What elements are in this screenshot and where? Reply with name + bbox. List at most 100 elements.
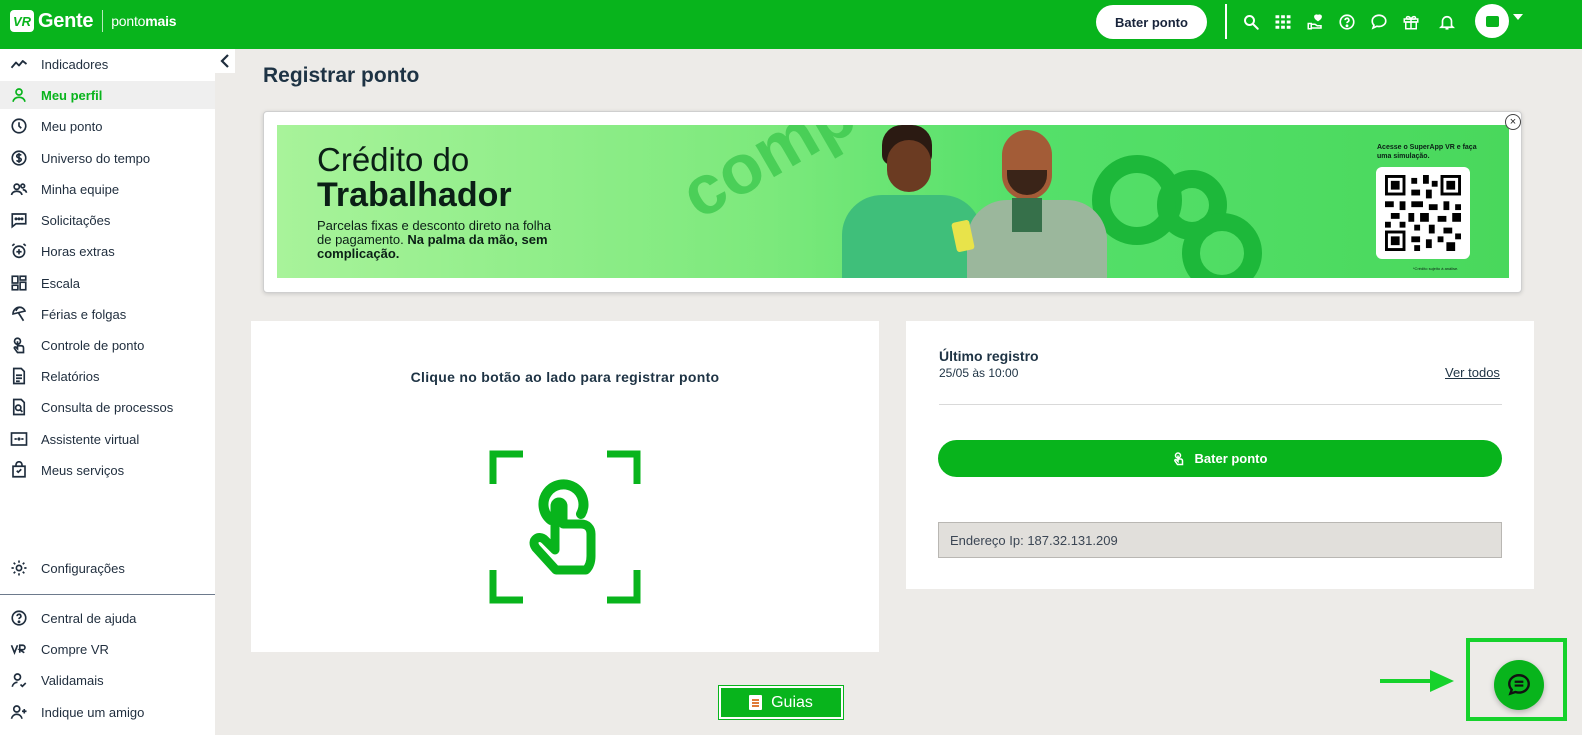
user-check-icon bbox=[10, 671, 28, 689]
banner-headline-2: Trabalhador bbox=[317, 176, 512, 214]
touch-icon bbox=[10, 336, 28, 354]
qr-caption: Acesse o SuperApp VR e faça uma simulaçã… bbox=[1377, 144, 1477, 160]
banner-decor-ring bbox=[1182, 213, 1262, 278]
banner-close-button[interactable]: × bbox=[1505, 114, 1521, 130]
user-icon bbox=[10, 86, 28, 104]
apps-grid-icon[interactable] bbox=[1273, 12, 1293, 32]
banner-headline-1: Crédito do bbox=[317, 141, 470, 178]
bell-icon[interactable] bbox=[1437, 12, 1457, 32]
sidebar-item-label: Controle de ponto bbox=[41, 337, 145, 353]
logo-divider bbox=[102, 10, 104, 32]
sidebar-item-label: Solicitações bbox=[41, 212, 111, 228]
chevron-down-icon[interactable] bbox=[1513, 14, 1523, 20]
page-title: Registrar ponto bbox=[263, 64, 420, 87]
sidebar-item-consulta-de-processos[interactable]: Consulta de processos bbox=[0, 393, 215, 421]
sidebar-item-controle-de-ponto[interactable]: Controle de ponto bbox=[0, 331, 215, 359]
brand-logo[interactable]: VR Gente pontomais bbox=[10, 9, 177, 33]
team-icon bbox=[10, 180, 28, 198]
sidebar-item-label: Férias e folgas bbox=[41, 306, 127, 322]
help-circle-icon bbox=[10, 609, 28, 627]
sidebar-item-label: Central de ajuda bbox=[41, 610, 137, 626]
user-plus-icon bbox=[10, 703, 28, 721]
product-prefix: ponto bbox=[111, 13, 146, 29]
sidebar: Indicadores Meu perfil Meu ponto Univers… bbox=[0, 49, 215, 735]
message-dots-icon bbox=[10, 211, 28, 229]
product-name: pontomais bbox=[111, 13, 176, 29]
ip-address-field: Endereço Ip: 187.32.131.209 bbox=[938, 522, 1502, 558]
sidebar-item-universo-do-tempo[interactable]: Universo do tempo bbox=[0, 144, 215, 172]
sidebar-item-assistente-virtual[interactable]: Assistente virtual bbox=[0, 425, 215, 453]
dollar-circle-icon bbox=[10, 149, 28, 167]
see-all-link[interactable]: Ver todos bbox=[1445, 365, 1500, 380]
vr-logo-icon bbox=[10, 640, 28, 658]
banner-person-right bbox=[967, 130, 1117, 278]
chart-line-icon bbox=[10, 55, 28, 73]
last-record-date: 25/05 às 10:00 bbox=[939, 366, 1019, 380]
sidebar-item-relatorios[interactable]: Relatórios bbox=[0, 362, 215, 390]
top-bar: VR Gente pontomais Bater ponto bbox=[0, 0, 1582, 49]
clock-in-button[interactable]: Bater ponto bbox=[938, 440, 1502, 477]
top-clock-in-button[interactable]: Bater ponto bbox=[1096, 5, 1207, 39]
beach-umbrella-icon bbox=[10, 305, 28, 323]
chat-icon bbox=[1508, 674, 1530, 696]
banner-person-left bbox=[837, 125, 987, 278]
touch-icon bbox=[1173, 451, 1183, 465]
help-icon[interactable] bbox=[1337, 12, 1357, 32]
topbar-divider bbox=[1225, 4, 1227, 39]
sidebar-item-label: Meus serviços bbox=[41, 462, 125, 478]
dashboard-icon bbox=[10, 274, 28, 292]
sidebar-item-label: Escala bbox=[41, 275, 81, 291]
sidebar-item-label: Consulta de processos bbox=[41, 399, 174, 415]
sidebar-item-label: Indique um amigo bbox=[41, 704, 145, 720]
promo-banner[interactable]: complicação Crédito do Trabalhador Parce… bbox=[277, 125, 1509, 278]
qr-code bbox=[1376, 167, 1470, 259]
clock-icon bbox=[10, 117, 28, 135]
shopping-bag-icon bbox=[10, 461, 28, 479]
sidebar-item-label: Assistente virtual bbox=[41, 431, 140, 447]
sidebar-item-indicadores[interactable]: Indicadores bbox=[0, 50, 215, 78]
sidebar-item-label: Meu ponto bbox=[41, 118, 103, 134]
sidebar-item-ferias-e-folgas[interactable]: Férias e folgas bbox=[0, 300, 215, 328]
document-search-icon bbox=[10, 398, 28, 416]
document-icon bbox=[10, 367, 28, 385]
promo-banner-card: complicação Crédito do Trabalhador Parce… bbox=[263, 111, 1522, 293]
hand-heart-icon[interactable] bbox=[1305, 12, 1325, 32]
sidebar-item-meu-perfil[interactable]: Meu perfil bbox=[0, 81, 215, 109]
last-record-title: Último registro bbox=[939, 348, 1039, 364]
sidebar-item-compre-vr[interactable]: Compre VR bbox=[0, 635, 215, 663]
guias-button[interactable]: Guias bbox=[719, 686, 843, 719]
chevron-left-icon bbox=[220, 54, 229, 68]
clock-in-label: Bater ponto bbox=[1194, 451, 1268, 466]
brand-name: Gente bbox=[38, 9, 94, 32]
vr-logo-mark: VR bbox=[10, 10, 34, 32]
sidebar-item-horas-extras[interactable]: Horas extras bbox=[0, 237, 215, 265]
sidebar-item-label: Validamais bbox=[41, 672, 104, 688]
sidebar-item-central-de-ajuda[interactable]: Central de ajuda bbox=[0, 604, 215, 632]
search-icon[interactable] bbox=[1241, 12, 1261, 32]
chat-support-button[interactable] bbox=[1494, 660, 1544, 710]
sidebar-item-validamais[interactable]: Validamais bbox=[0, 666, 215, 694]
user-avatar[interactable] bbox=[1475, 4, 1509, 38]
sidebar-item-meu-ponto[interactable]: Meu ponto bbox=[0, 112, 215, 140]
sidebar-item-meus-servicos[interactable]: Meus serviços bbox=[0, 456, 215, 484]
sidebar-item-label: Minha equipe bbox=[41, 181, 120, 197]
sidebar-item-escala[interactable]: Escala bbox=[0, 269, 215, 297]
sidebar-collapse-button[interactable] bbox=[215, 49, 235, 73]
robot-icon bbox=[10, 430, 28, 448]
guias-label: Guias bbox=[771, 693, 813, 711]
banner-subtitle: Parcelas fixas e desconto direto na folh… bbox=[317, 219, 567, 261]
sidebar-item-label: Meu perfil bbox=[41, 87, 103, 103]
sidebar-item-minha-equipe[interactable]: Minha equipe bbox=[0, 175, 215, 203]
sidebar-item-configuracoes[interactable]: Configurações bbox=[0, 554, 215, 582]
sidebar-item-indique-um-amigo[interactable]: Indique um amigo bbox=[0, 698, 215, 726]
chat-bubble-icon[interactable] bbox=[1369, 12, 1389, 32]
document-icon bbox=[749, 695, 763, 710]
last-record-card: Último registro 25/05 às 10:00 Ver todos… bbox=[906, 321, 1534, 589]
card-divider bbox=[939, 404, 1502, 405]
gift-icon[interactable] bbox=[1401, 12, 1421, 32]
banner-footnote: *Crédito sujeito à análise. bbox=[1413, 266, 1459, 271]
register-instruction: Clique no botão ao lado para registrar p… bbox=[410, 369, 720, 385]
sidebar-item-label: Compre VR bbox=[41, 641, 109, 657]
sidebar-item-solicitacoes[interactable]: Solicitações bbox=[0, 206, 215, 234]
fingerprint-touch-icon[interactable] bbox=[489, 450, 641, 609]
